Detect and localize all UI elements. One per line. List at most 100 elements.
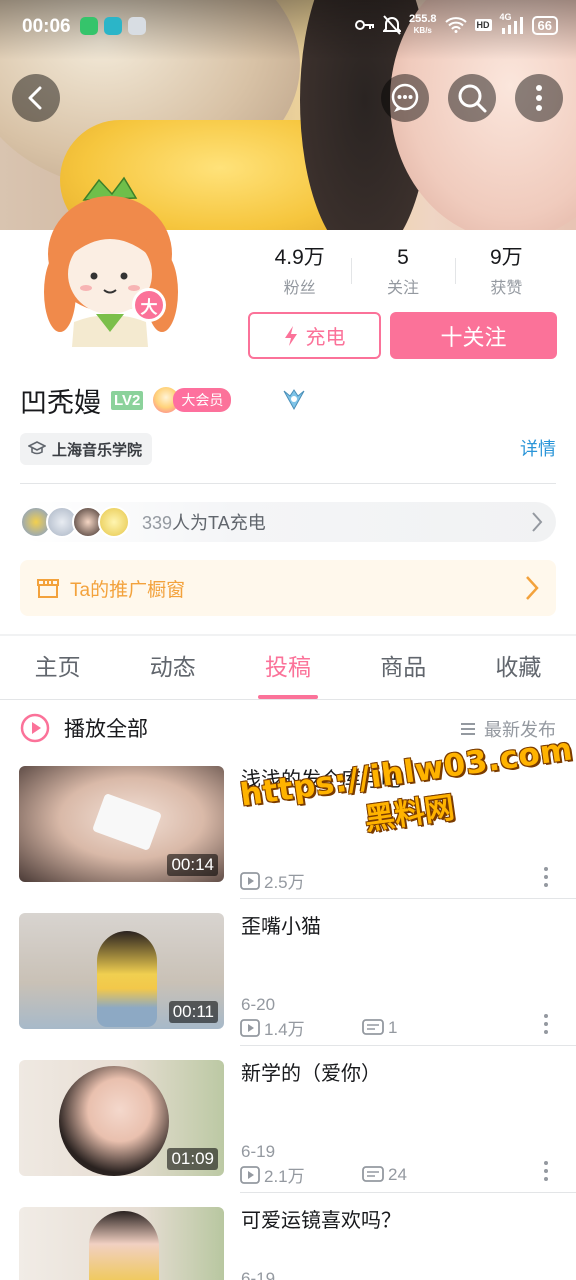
views-group: 2.5万 (240, 868, 305, 893)
back-button[interactable] (12, 74, 60, 122)
avatar-illustration (44, 176, 178, 347)
user-name: 凹秃嫚 (20, 387, 101, 418)
wifi-icon (444, 17, 467, 33)
charge-supporters-row[interactable]: 339人为TA充电 (20, 502, 556, 542)
stat-label: 获赞 (490, 280, 523, 297)
view-count: 1.4万 (264, 1020, 305, 1039)
school-name: 上海音乐学院 (52, 441, 143, 459)
video-date: 6-19 (241, 1142, 276, 1161)
video-date: 6-20 (241, 995, 276, 1014)
stat-value: 4.9万 (274, 246, 325, 269)
search-icon (458, 84, 487, 113)
video-thumbnail: 00:11 (19, 913, 224, 1029)
stat-label: 关注 (386, 280, 419, 297)
school-tag[interactable]: 上海音乐学院 (20, 433, 153, 465)
mute-bell-icon (383, 15, 401, 35)
charge-count-text: 339人为TA充电 (142, 509, 266, 535)
list-icon (461, 723, 475, 735)
big-member-badge: 大 (132, 288, 166, 322)
follow-button[interactable]: 十关注 (390, 312, 557, 359)
play-circle-icon (20, 713, 50, 743)
name-row: 凹秃嫚 LV2 大会员 (20, 380, 307, 420)
comments-group: 24 (362, 1165, 407, 1185)
video-date: 6-19 (241, 1269, 276, 1280)
video-thumbnail (19, 1207, 224, 1280)
charge-button[interactable]: 充电 (248, 312, 381, 359)
status-right: 255.8 KB/s HD 4G 66 (355, 12, 558, 36)
tab-uploads[interactable]: 投稿 (230, 636, 345, 699)
charge-button-label: 充电 (305, 327, 346, 349)
stat-label: 粉丝 (283, 280, 316, 297)
divider (240, 1192, 576, 1193)
more-vertical-icon[interactable] (540, 866, 552, 888)
net-speed: 255.8 KB/s (409, 14, 437, 36)
stat-value: 9万 (489, 246, 523, 269)
hd-icon: HD (474, 19, 492, 31)
more-vertical-icon[interactable] (540, 1013, 552, 1035)
video-item[interactable]: 01:09 新学的（爱你） 6-19 2.1万 24 (0, 1060, 576, 1207)
message-button[interactable] (381, 74, 429, 122)
video-thumbnail: 00:14 (19, 766, 224, 882)
video-title: 歪嘴小猫 (241, 916, 321, 938)
details-link[interactable]: 详情 (520, 435, 556, 461)
divider (240, 898, 576, 899)
tab-goods[interactable]: 商品 (346, 636, 461, 699)
views-group: 2.1万 (240, 1162, 362, 1187)
more-vertical-icon[interactable] (540, 1160, 552, 1182)
video-meta: 1.4万 1 (240, 1015, 397, 1040)
vip-label: 大会员 (173, 388, 232, 412)
thumb-figure (97, 931, 157, 1027)
video-item[interactable]: 00:11 歪嘴小猫 6-20 1.4万 1 (0, 913, 576, 1060)
more-vertical-icon (536, 85, 542, 111)
supporter-avatars (20, 506, 130, 538)
tab-dynamics[interactable]: 动态 (115, 636, 230, 699)
charge-count: 339 (142, 513, 173, 533)
net-speed-value: 255.8 (409, 13, 437, 25)
level-badge: LV2 (111, 390, 144, 410)
video-title: 新学的（爱你） (241, 1063, 381, 1085)
tab-favorites[interactable]: 收藏 (461, 636, 576, 699)
status-bar: 00:06 255.8 KB/s HD 4G 66 (0, 0, 576, 54)
comment-icon (362, 1165, 384, 1182)
video-title: 可爱运镜喜欢吗？ (241, 1210, 401, 1232)
comments-group: 1 (362, 1018, 397, 1038)
signal-icon: 4G (500, 12, 524, 34)
divider (20, 483, 556, 484)
view-count: 2.1万 (264, 1167, 305, 1186)
stat-value: 5 (397, 246, 409, 269)
avatar[interactable] (36, 172, 186, 352)
medal-icon[interactable] (281, 387, 307, 413)
video-thumbnail: 01:09 (19, 1060, 224, 1176)
chevron-left-icon (28, 86, 42, 110)
video-meta: 2.1万 24 (240, 1162, 407, 1187)
comment-icon (362, 1018, 384, 1035)
view-count: 2.5万 (264, 873, 305, 892)
video-item[interactable]: 可爱运镜喜欢吗？ 6-19 (0, 1207, 576, 1280)
vip-badge[interactable]: 大会员 (153, 387, 232, 413)
lightning-icon (284, 325, 297, 346)
thumb-figure (89, 1211, 159, 1280)
stat-fans[interactable]: 4.9万 粉丝 (248, 244, 351, 300)
tab-home[interactable]: 主页 (0, 636, 115, 699)
stat-likes[interactable]: 9万 获赞 (454, 244, 558, 300)
views-group: 1.4万 (240, 1015, 362, 1040)
search-button[interactable] (448, 74, 496, 122)
wechat-icon (80, 17, 98, 35)
shop-label: Ta的推广橱窗 (70, 579, 186, 601)
key-icon (355, 20, 374, 30)
stat-following[interactable]: 5 关注 (351, 244, 454, 300)
more-button[interactable] (515, 74, 563, 122)
thumb-figure (59, 1066, 169, 1176)
app-icon (104, 17, 122, 35)
shop-icon (37, 579, 59, 598)
follow-button-label: 十关注 (440, 324, 507, 350)
battery-indicator: 66 (531, 15, 558, 35)
video-duration: 00:14 (167, 854, 218, 876)
profile-tabs: 主页 动态 投稿 商品 收藏 (0, 636, 576, 700)
status-time: 00:06 (22, 16, 71, 37)
promo-shop-window[interactable]: Ta的推广橱窗 (20, 560, 556, 616)
chevron-right-icon (526, 576, 539, 600)
divider (240, 1045, 576, 1046)
charge-label: 人为TA充电 (172, 513, 266, 533)
play-all-button[interactable]: 播放全部 (20, 712, 148, 744)
